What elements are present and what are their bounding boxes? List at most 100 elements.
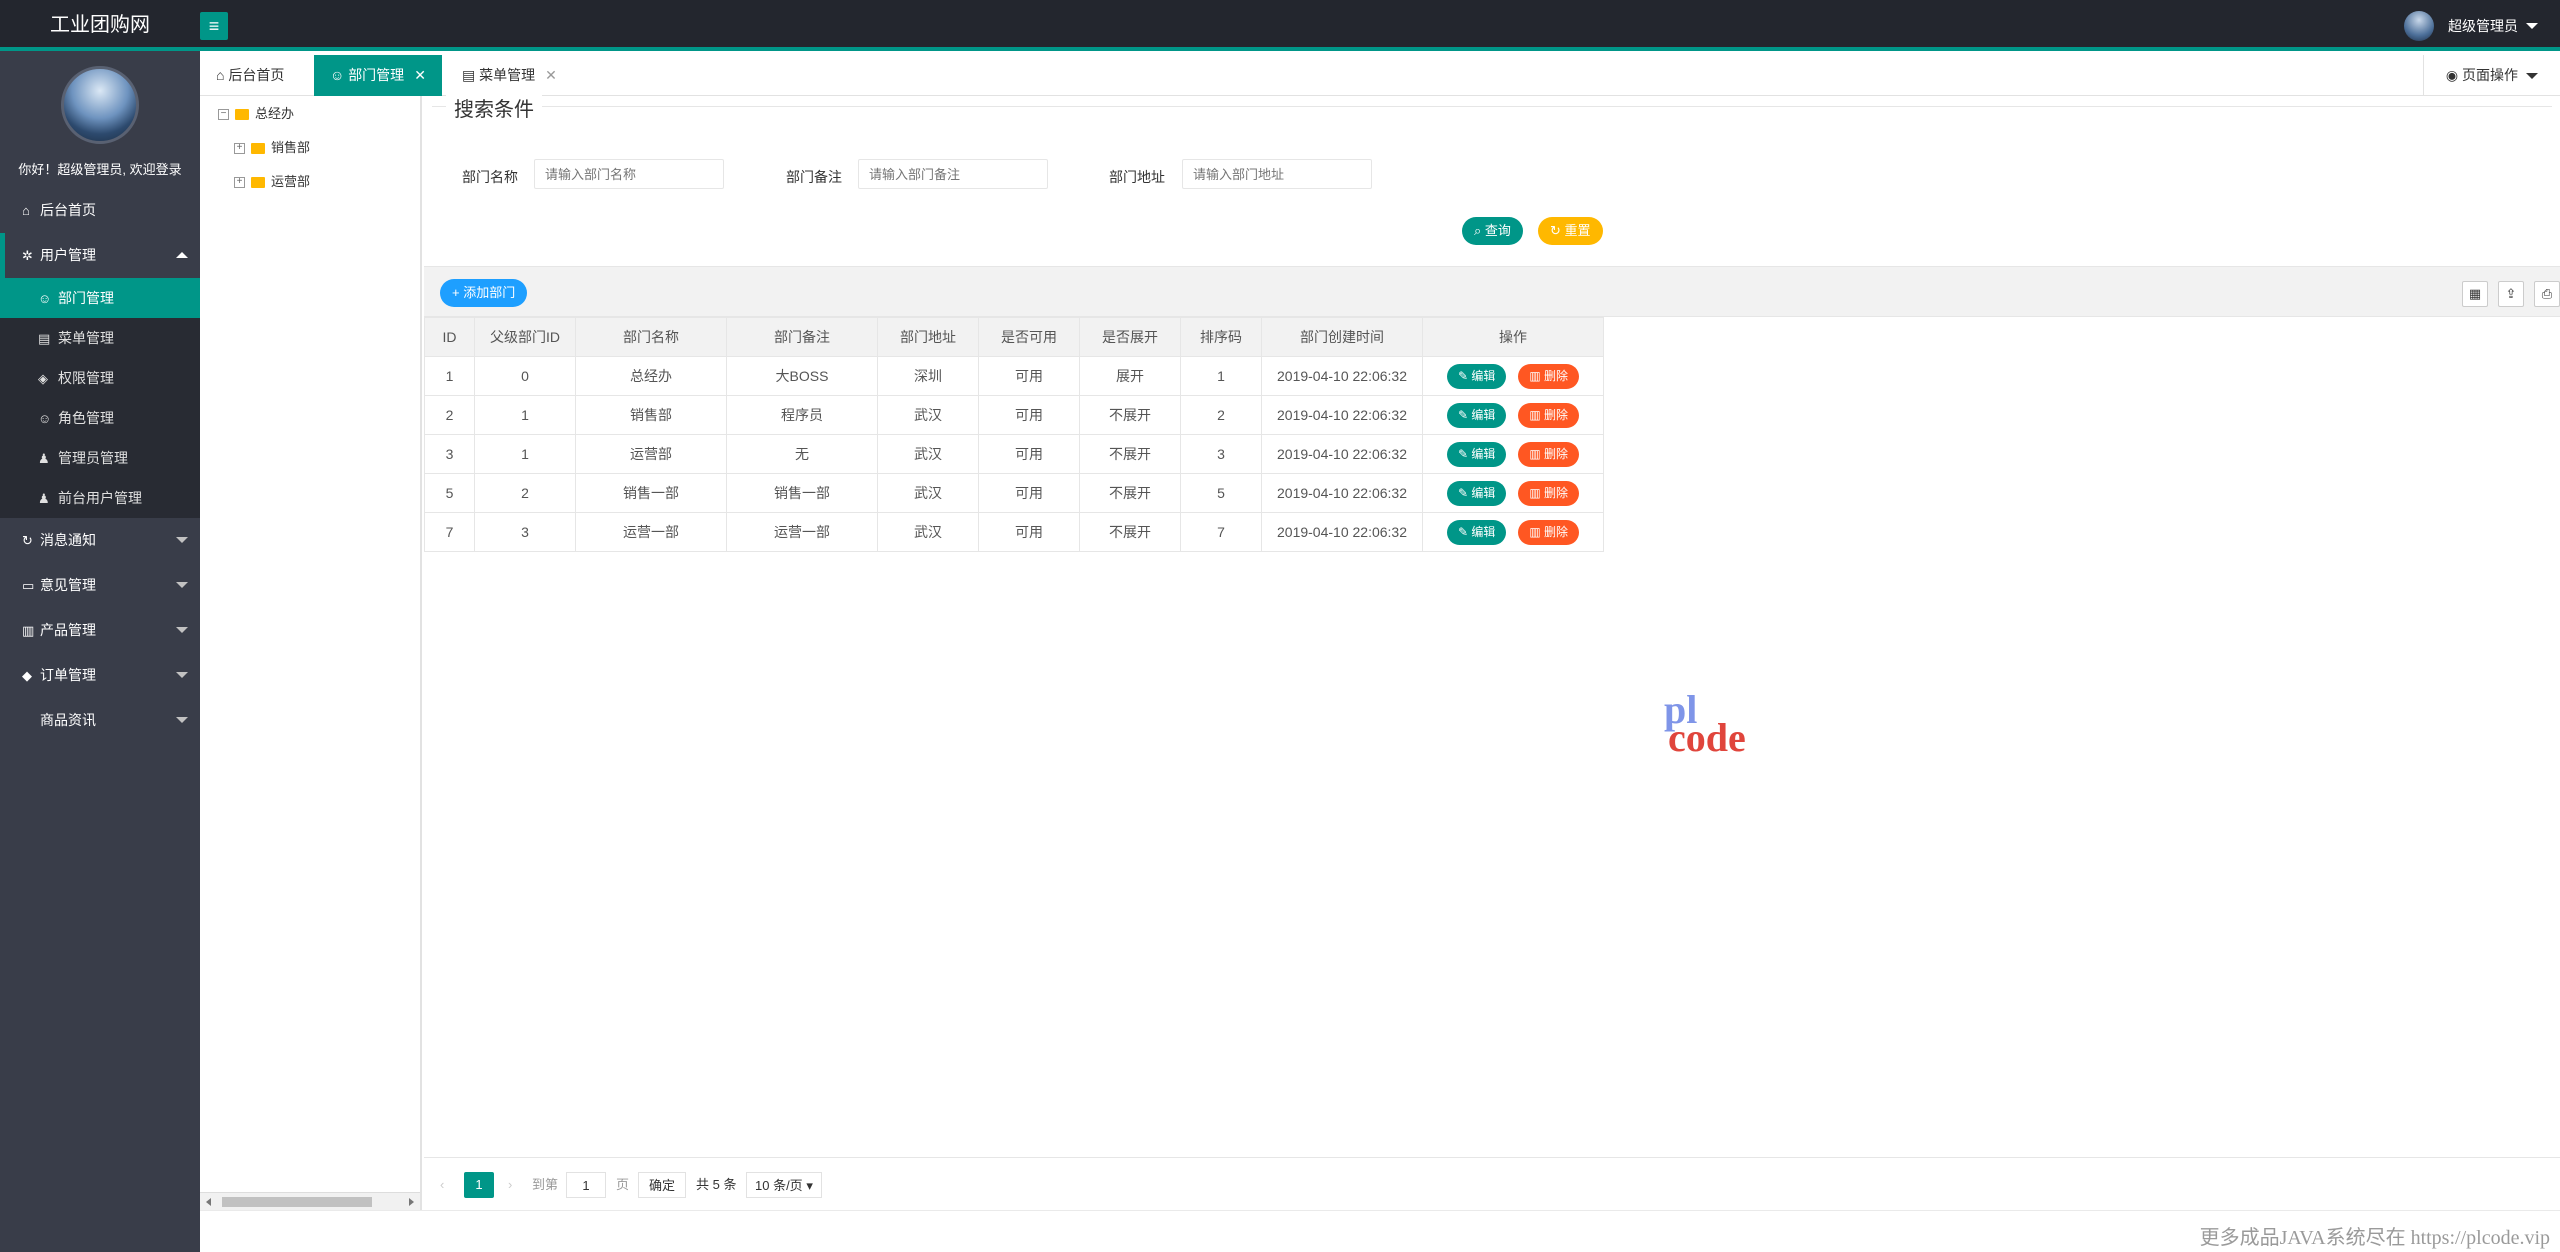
dept-name-input[interactable]: [534, 159, 724, 189]
column-header[interactable]: 部门创建时间: [1261, 317, 1423, 357]
sidebar-item-user-mgmt[interactable]: ✲ 用户管理: [0, 233, 200, 278]
sidebar-item-role[interactable]: ☺ 角色管理: [0, 398, 200, 438]
sidebar-item-frontend-user[interactable]: ♟ 前台用户管理: [0, 478, 200, 518]
tree-node-ops[interactable]: + 运营部: [234, 172, 310, 192]
dept-remark-input[interactable]: [858, 159, 1048, 189]
cell-remark: 程序员: [726, 395, 878, 435]
column-header[interactable]: 是否可用: [978, 317, 1080, 357]
delete-button[interactable]: ▥ 删除: [1518, 402, 1580, 428]
column-header: 操作: [1422, 317, 1604, 357]
tab-home[interactable]: ⌂ 后台首页: [200, 55, 300, 96]
edit-button[interactable]: ✎ 编辑: [1446, 363, 1507, 389]
cell-name: 销售一部: [575, 473, 727, 513]
cube-icon: ◈: [38, 371, 48, 386]
tree-horizontal-scrollbar[interactable]: [200, 1192, 420, 1210]
delete-button[interactable]: ▥ 删除: [1518, 519, 1580, 545]
close-icon[interactable]: ✕: [545, 67, 557, 83]
tab-dept[interactable]: ☺ 部门管理 ✕: [314, 55, 442, 96]
cell-actions: ✎ 编辑 ▥ 删除: [1422, 512, 1604, 552]
cell-created: 2019-04-10 22:06:32: [1261, 512, 1423, 552]
edit-button[interactable]: ✎ 编辑: [1446, 402, 1507, 428]
total-count: 共 5 条: [696, 1177, 737, 1192]
cell-actions: ✎ 编辑 ▥ 删除: [1422, 473, 1604, 513]
search-fieldset: 搜索条件 部门名称 部门备注 部门地址 ⌕ 查询 ↻ 重置: [432, 93, 2552, 256]
sidebar-submenu: ☺ 部门管理 ▤ 菜单管理 ◈ 权限管理 ☺ 角色管理 ♟ 管理员管理 ♟ 前台用户管理: [0, 278, 200, 518]
prev-page-icon[interactable]: ‹: [440, 1172, 444, 1198]
user-icon: ☺: [330, 67, 349, 83]
add-dept-button[interactable]: + 添加部门: [440, 279, 528, 307]
chevron-down-icon: [176, 627, 188, 633]
page-number-input[interactable]: 1: [566, 1172, 606, 1198]
column-header[interactable]: 部门备注: [726, 317, 878, 357]
column-header[interactable]: 父级部门ID: [474, 317, 576, 357]
columns-icon[interactable]: ▦: [2462, 281, 2488, 307]
cell-created: 2019-04-10 22:06:32: [1261, 356, 1423, 396]
user-menu[interactable]: 超级管理员: [2404, 0, 2538, 51]
query-button[interactable]: ⌕ 查询: [1462, 217, 1523, 245]
data-grid: + 添加部门 ▦ ⇪ ⎙ ID 父级部门ID 部门名称 部门备注 部门地址 是否…: [424, 266, 2560, 1210]
tree-node-sales[interactable]: + 销售部: [234, 138, 310, 158]
menu-icon: ▤: [38, 331, 51, 346]
tab-menu[interactable]: ▤ 菜单管理 ✕: [446, 55, 573, 96]
scroll-left-icon[interactable]: [206, 1198, 211, 1206]
trash-icon: ▥: [1529, 446, 1545, 461]
person-icon: ♟: [38, 451, 50, 466]
cell-id: 5: [424, 473, 475, 513]
dept-address-input[interactable]: [1182, 159, 1372, 189]
scrollbar-thumb[interactable]: [222, 1197, 372, 1207]
next-page-icon[interactable]: ›: [508, 1172, 512, 1198]
table-row: 7 3 运营一部 运营一部 武汉 可用 不展开 7 2019-04-10 22:…: [424, 512, 1604, 552]
sidebar-item-permission[interactable]: ◈ 权限管理: [0, 358, 200, 398]
print-icon[interactable]: ⎙: [2534, 281, 2560, 307]
pagination: ‹ 1 › 到第 1 页 确定 共 5 条 10 条/页 ▾: [424, 1157, 2560, 1209]
sidebar-item-menu[interactable]: ▤ 菜单管理: [0, 318, 200, 358]
sidebar-item-label: 权限管理: [58, 370, 114, 386]
footer-text: 更多成品JAVA系统尽在 https://plcode.vip: [2199, 1227, 2550, 1249]
delete-label: 删除: [1544, 485, 1569, 500]
refresh-icon: ↻: [1550, 223, 1565, 238]
folder-open-icon: [235, 108, 249, 120]
column-header[interactable]: 是否展开: [1079, 317, 1181, 357]
sidebar-item-label: 菜单管理: [58, 330, 114, 346]
sidebar-item-opinion[interactable]: ▭ 意见管理: [0, 563, 200, 608]
goto-confirm-button[interactable]: 确定: [638, 1172, 687, 1198]
column-header[interactable]: 部门地址: [877, 317, 979, 357]
cell-remark: 大BOSS: [726, 356, 878, 396]
edit-button[interactable]: ✎ 编辑: [1446, 480, 1507, 506]
chevron-up-icon: [176, 252, 188, 258]
menu-toggle-button[interactable]: ≡: [200, 12, 228, 40]
edit-label: 编辑: [1471, 485, 1496, 500]
page-size-select[interactable]: 10 条/页 ▾: [746, 1172, 822, 1198]
smile-icon: ☺: [38, 411, 52, 426]
edit-button[interactable]: ✎ 编辑: [1446, 441, 1507, 467]
close-icon[interactable]: ✕: [414, 67, 426, 83]
expand-icon[interactable]: +: [234, 176, 245, 188]
edit-button[interactable]: ✎ 编辑: [1446, 519, 1507, 545]
tree-node-root[interactable]: − 总经办: [218, 104, 294, 124]
sidebar-item-dept[interactable]: ☺ 部门管理: [0, 278, 200, 318]
column-header[interactable]: 部门名称: [575, 317, 727, 357]
cell-available: 可用: [978, 434, 1080, 474]
page-operations-button[interactable]: ◉ 页面操作: [2422, 55, 2560, 96]
sidebar-item-home[interactable]: ⌂ 后台首页: [0, 188, 200, 233]
column-header[interactable]: 排序码: [1180, 317, 1262, 357]
reset-button[interactable]: ↻ 重置: [1538, 217, 1603, 245]
scroll-right-icon[interactable]: [409, 1198, 414, 1206]
delete-button[interactable]: ▥ 删除: [1518, 363, 1580, 389]
current-page[interactable]: 1: [464, 1172, 494, 1198]
expand-icon[interactable]: +: [234, 142, 245, 154]
delete-button[interactable]: ▥ 删除: [1518, 480, 1580, 506]
cell-address: 武汉: [877, 434, 979, 474]
column-header[interactable]: ID: [424, 317, 475, 357]
collapse-icon[interactable]: −: [218, 108, 229, 120]
sidebar-item-product[interactable]: ▥ 产品管理: [0, 608, 200, 653]
sidebar-item-goods[interactable]: 商品资讯: [0, 698, 200, 743]
sidebar-item-message[interactable]: ↻ 消息通知: [0, 518, 200, 563]
sidebar-item-order[interactable]: ◆ 订单管理: [0, 653, 200, 698]
export-icon[interactable]: ⇪: [2498, 281, 2524, 307]
sidebar-item-admin[interactable]: ♟ 管理员管理: [0, 438, 200, 478]
pencil-icon: ✎: [1457, 368, 1472, 383]
hamburger-icon: ≡: [208, 16, 220, 36]
sidebar-nav: ⌂ 后台首页 ✲ 用户管理 ☺ 部门管理 ▤ 菜单管理 ◈ 权限管理 ☺ 角色管理 ♟ 管理员…: [0, 188, 200, 743]
delete-button[interactable]: ▥ 删除: [1518, 441, 1580, 467]
